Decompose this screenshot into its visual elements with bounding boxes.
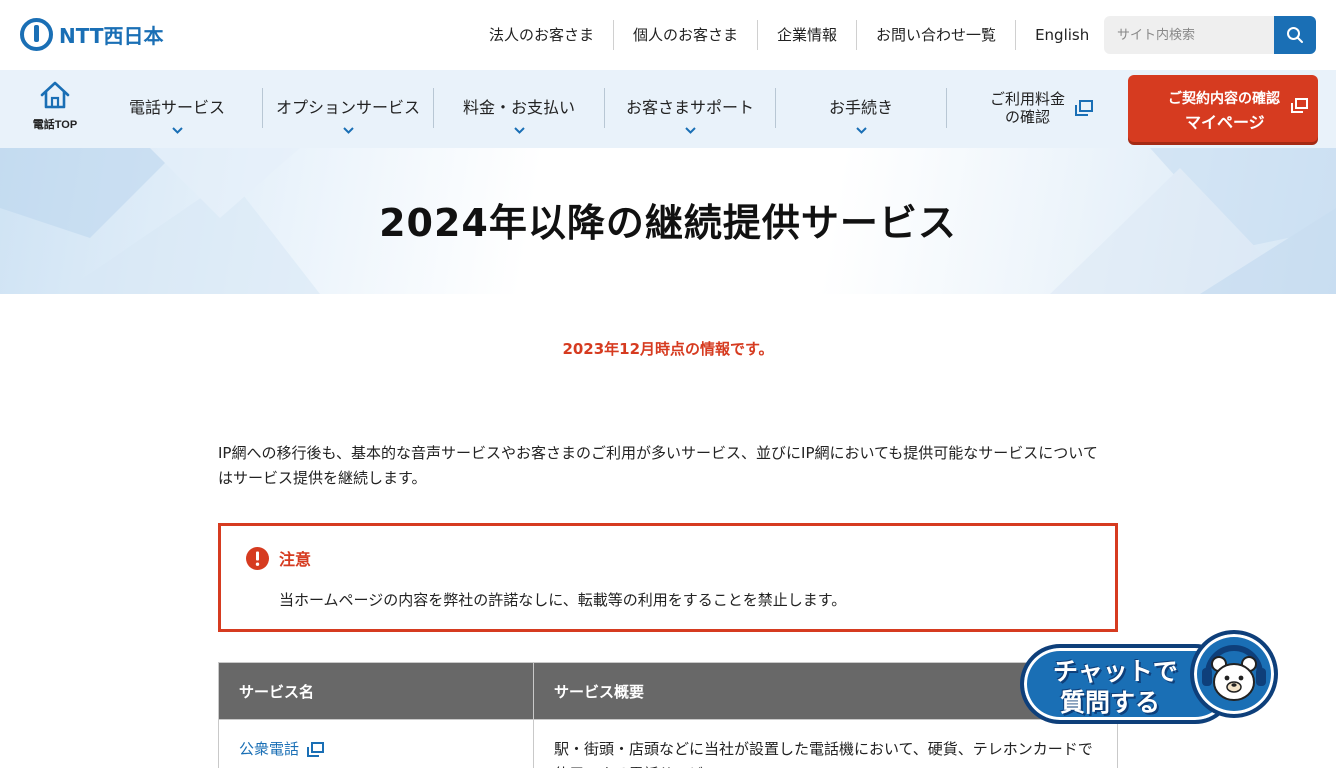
- caution-title: 注意: [279, 550, 312, 569]
- chat-widget-button[interactable]: チャットで 質問する: [1020, 630, 1280, 725]
- table-row: 公衆電話 駅・街頭・店頭などに当社が設置した電話機において、硬貨、テレホンカード…: [218, 719, 1118, 768]
- topnav-corporate[interactable]: 企業情報: [758, 20, 858, 50]
- nav-label: オプションサービス: [275, 98, 420, 117]
- ntt-west-logo[interactable]: NTT西日本: [20, 18, 163, 51]
- intro-line-2: はサービス提供を継続します。: [218, 469, 427, 487]
- nav-home[interactable]: 電話TOP: [20, 80, 90, 132]
- service-name: 公衆電話: [239, 740, 300, 758]
- nav-procedures[interactable]: お手続き: [776, 88, 947, 134]
- top-nav: 法人のお客さま 個人のお客さま 企業情報 お問い合わせ一覧 English: [470, 20, 1108, 50]
- top-header: NTT西日本 法人のお客さま 個人のお客さま 企業情報 お問い合わせ一覧 Eng…: [0, 0, 1336, 70]
- service-link-public-phone[interactable]: 公衆電話: [239, 737, 325, 762]
- exclamation-icon: [246, 546, 269, 570]
- column-header-service-name: サービス名: [218, 662, 534, 720]
- search-button[interactable]: [1274, 16, 1316, 54]
- nav-label: お手続き: [828, 98, 893, 117]
- intro-line-1: IP網への移行後も、基本的な音声サービスやお客さまのご利用が多いサービス、並びに…: [218, 444, 1098, 462]
- nav-label: 電話サービス: [128, 98, 225, 117]
- date-notice: 2023年12月時点の情報です。: [562, 340, 774, 358]
- external-link-icon: [1075, 100, 1094, 116]
- services-table: サービス名 サービス概要 公衆電話 駅・街頭・店頭などに当社が設置した電話機にお…: [218, 662, 1118, 768]
- page-hero: 2024年以降の継続提供サービス: [0, 148, 1336, 294]
- table-header-row: サービス名 サービス概要: [218, 662, 1118, 720]
- billing-label: ご利用料金 の確認: [990, 90, 1065, 126]
- nav-label: 料金・お支払い: [462, 98, 575, 117]
- mypage-line2: マイページ: [1185, 113, 1265, 132]
- nav-menu: 電話サービス オプションサービス 料金・お支払い お客さまサポート お手続き: [92, 88, 947, 134]
- caution-text: 当ホームページの内容を弊社の許諾なしに、転載等の利用をすることを禁止します。: [279, 591, 847, 609]
- service-summary-cell: 駅・街頭・店頭などに当社が設置した電話機において、硬貨、テレホンカードで使用でき…: [533, 719, 1118, 768]
- chevron-down-icon: [343, 127, 354, 134]
- chevron-down-icon: [172, 127, 183, 134]
- page-title: 2024年以降の継続提供サービス: [379, 201, 957, 245]
- bear-mascot-icon: [1190, 630, 1278, 718]
- chat-label-line2: 質問する: [1060, 688, 1161, 717]
- nav-label: お客さまサポート: [625, 98, 754, 117]
- home-label: 電話TOP: [32, 119, 78, 131]
- caution-box: 注意 当ホームページの内容を弊社の許諾なしに、転載等の利用をすることを禁止します…: [218, 523, 1118, 632]
- service-name-cell: 公衆電話: [218, 719, 534, 768]
- topnav-business[interactable]: 法人のお客さま: [470, 20, 615, 50]
- logo-text: NTT西日本: [59, 24, 164, 48]
- search-icon: [1287, 27, 1303, 43]
- ntt-logo-icon: [20, 18, 53, 51]
- search-input[interactable]: [1104, 16, 1274, 54]
- site-search: [1104, 16, 1316, 54]
- billing-check-link[interactable]: ご利用料金 の確認: [990, 90, 1094, 126]
- topnav-personal[interactable]: 個人のお客さま: [614, 20, 759, 50]
- nav-option-services[interactable]: オプションサービス: [263, 88, 434, 134]
- chevron-down-icon: [685, 127, 696, 134]
- caution-header: 注意: [246, 546, 311, 570]
- chevron-down-icon: [856, 127, 867, 134]
- home-icon: [40, 81, 70, 109]
- chevron-down-icon: [514, 127, 525, 134]
- nav-fees-payment[interactable]: 料金・お支払い: [434, 88, 605, 134]
- mypage-line1: ご契約内容の確認: [1168, 91, 1280, 107]
- topnav-contact[interactable]: お問い合わせ一覧: [857, 20, 1017, 50]
- nav-phone-services[interactable]: 電話サービス: [92, 88, 263, 134]
- nav-customer-support[interactable]: お客さまサポート: [605, 88, 776, 134]
- main-nav: 電話TOP 電話サービス オプションサービス 料金・お支払い お客さまサポート …: [0, 70, 1336, 148]
- intro-text: IP網への移行後も、基本的な音声サービスやお客さまのご利用が多いサービス、並びに…: [218, 441, 1118, 491]
- billing-label-line2: の確認: [1005, 108, 1051, 126]
- mypage-button[interactable]: ご契約内容の確認 マイページ: [1128, 75, 1318, 142]
- external-link-icon: [307, 742, 325, 757]
- billing-label-line1: ご利用料金: [990, 90, 1066, 108]
- external-link-icon: [1291, 98, 1308, 113]
- topnav-english[interactable]: English: [1016, 20, 1108, 50]
